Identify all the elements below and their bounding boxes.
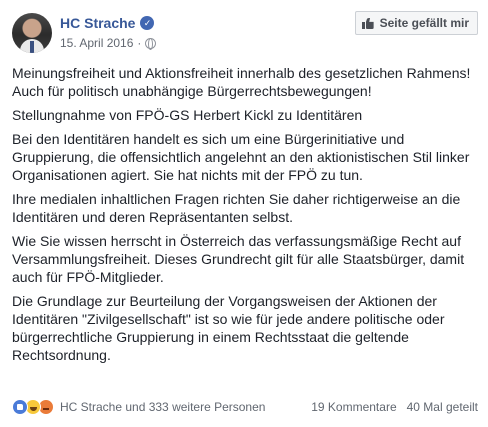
post-header: HC Strache ✓ 15. April 2016 · Seite gefä… bbox=[12, 11, 478, 55]
post-meta: 15. April 2016 · bbox=[60, 35, 157, 51]
comments-link[interactable]: 19 Kommentare bbox=[311, 400, 396, 414]
shares-link[interactable]: 40 Mal geteilt bbox=[407, 400, 478, 414]
like-page-label: Seite gefällt mir bbox=[379, 16, 469, 30]
author-line: HC Strache ✓ bbox=[60, 13, 155, 33]
reactors-link[interactable]: HC Strache und 333 weitere Personen bbox=[60, 400, 265, 414]
like-page-button[interactable]: Seite gefällt mir bbox=[354, 11, 478, 35]
post-paragraph: Wie Sie wissen herrscht in Österreich da… bbox=[12, 233, 465, 285]
thumbs-up-icon bbox=[361, 17, 374, 29]
post-paragraph: Die Grundlage zur Beurteilung der Vorgan… bbox=[12, 293, 445, 363]
reaction-icons[interactable] bbox=[12, 399, 54, 415]
post-paragraph: Ihre medialen inhaltlichen Fragen richte… bbox=[12, 191, 461, 225]
meta-separator: · bbox=[137, 36, 142, 50]
verified-badge-icon: ✓ bbox=[140, 16, 155, 30]
post-footer: HC Strache und 333 weitere Personen 19 K… bbox=[12, 397, 478, 417]
author-name[interactable]: HC Strache bbox=[60, 15, 135, 31]
post-paragraph: Meinungsfreiheit und Aktionsfreiheit inn… bbox=[12, 65, 471, 99]
globe-icon[interactable] bbox=[145, 37, 157, 50]
like-icon bbox=[12, 399, 28, 415]
author-avatar[interactable] bbox=[12, 13, 52, 53]
post-body: Meinungsfreiheit und Aktionsfreiheit inn… bbox=[12, 64, 478, 370]
post-paragraph: Stellungnahme von FPÖ-GS Herbert Kickl z… bbox=[12, 107, 363, 123]
post-date[interactable]: 15. April 2016 bbox=[60, 36, 133, 50]
post-paragraph: Bei den Identitären handelt es sich um e… bbox=[12, 131, 470, 183]
